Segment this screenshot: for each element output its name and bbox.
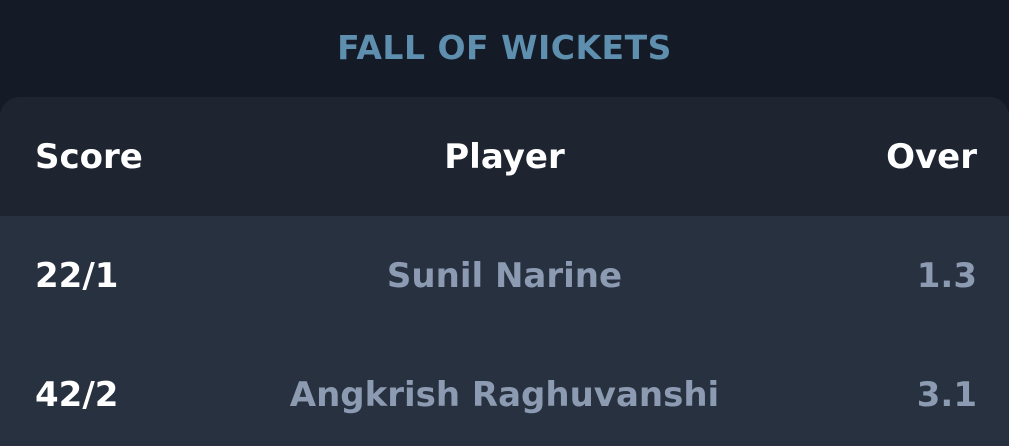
wicket-player: Angkrish Raghuvanshi xyxy=(289,374,720,415)
wicket-over: 3.1 xyxy=(916,374,977,415)
section-title: FALL OF WICKETS xyxy=(337,28,672,67)
table-header: Score Player Over xyxy=(0,97,1009,216)
table-row: 22/1 Sunil Narine 1.3 xyxy=(0,216,1009,335)
column-header-over: Over xyxy=(886,136,977,177)
table-row: 42/2 Angkrish Raghuvanshi 3.1 xyxy=(0,335,1009,446)
column-header-player: Player xyxy=(444,136,565,177)
fall-of-wickets-panel: FALL OF WICKETS Score Player Over 22/1 S… xyxy=(0,0,1009,446)
wicket-player: Sunil Narine xyxy=(386,255,623,296)
wicket-over: 1.3 xyxy=(916,255,977,296)
fall-of-wickets-table: Score Player Over 22/1 Sunil Narine 1.3 … xyxy=(0,97,1009,446)
